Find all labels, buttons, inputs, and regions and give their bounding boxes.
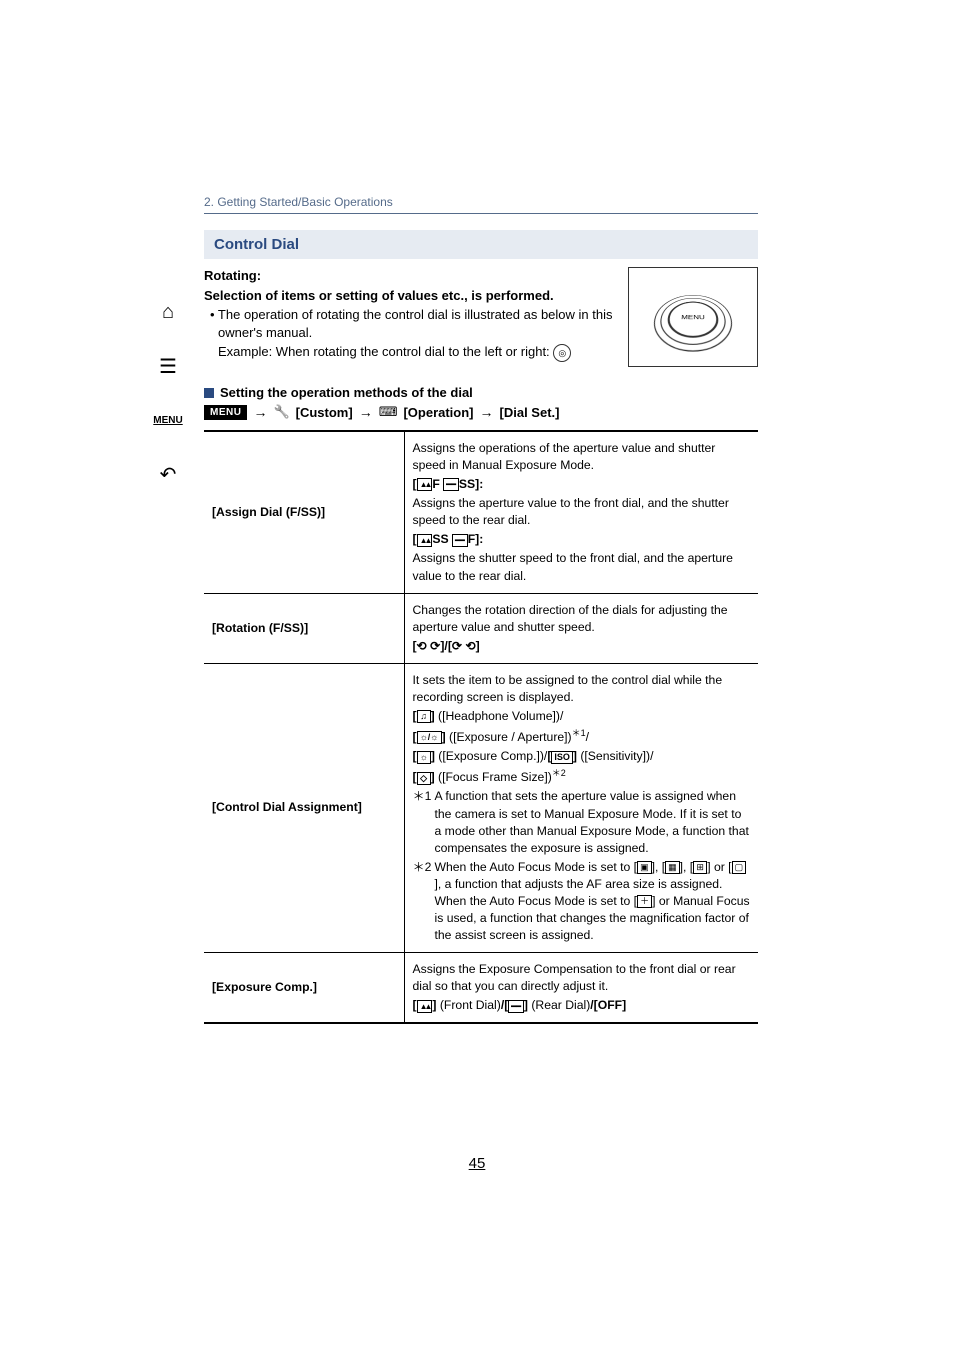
- af-mode-icon: ▦: [665, 861, 680, 874]
- setting-line: It sets the item to be assigned to the c…: [413, 672, 751, 706]
- subsection-marker-icon: [204, 388, 214, 398]
- setting-desc: Assigns the Exposure Compensation to the…: [404, 953, 758, 1024]
- footnote-marker: ＊1: [413, 788, 435, 856]
- table-row: [Rotation (F/SS)] Changes the rotation di…: [204, 593, 758, 663]
- subsection-title: Setting the operation methods of the dia…: [220, 385, 473, 400]
- footnote-marker: ＊2: [413, 859, 435, 944]
- setting-line: [] (Front Dial)/[] (Rear Dial)/[OFF]: [413, 997, 751, 1014]
- iso-icon: ISO: [551, 751, 573, 764]
- footnote-text: A function that sets the aperture value …: [435, 788, 751, 856]
- control-dial-inline-icon: ◎: [553, 344, 571, 362]
- rotating-label: Rotating:: [204, 267, 620, 285]
- home-icon[interactable]: ⌂: [152, 296, 184, 328]
- setting-line: [☼] ([Exposure Comp.])/[ISO] ([Sensitivi…: [413, 748, 751, 765]
- setting-desc: Changes the rotation direction of the di…: [404, 593, 758, 663]
- setting-line: [SS F]:: [413, 531, 751, 548]
- front-dial-icon: [417, 534, 433, 547]
- setting-label: [Control Dial Assignment]: [204, 663, 404, 952]
- dial-settings-table: [Assign Dial (F/SS)] Assigns the operatio…: [204, 430, 758, 1024]
- setting-label: [Assign Dial (F/SS)]: [204, 431, 404, 593]
- menu-path: MENU → [Custom] → [Operation] → [Dial Se…: [204, 404, 758, 420]
- setting-line: ＊1A function that sets the aperture valu…: [413, 788, 751, 856]
- rear-dial-icon: [443, 478, 459, 491]
- front-dial-icon: [417, 478, 433, 491]
- setting-line: Changes the rotation direction of the di…: [413, 602, 751, 636]
- option-icon: ☼/☼: [417, 731, 442, 744]
- rotating-example-prefix: Example: When rotating the control dial …: [218, 344, 550, 359]
- arrow-icon: →: [253, 404, 267, 420]
- rotating-desc: Selection of items or setting of values …: [204, 287, 620, 305]
- option-icon: ♫: [417, 710, 431, 723]
- option-icon: ◇: [417, 772, 431, 785]
- table-row: [Exposure Comp.] Assigns the Exposure Com…: [204, 953, 758, 1024]
- setting-line: [F SS]:: [413, 476, 751, 493]
- setting-line: Assigns the Exposure Compensation to the…: [413, 961, 751, 995]
- arrow-icon: →: [480, 404, 494, 420]
- rotating-bullet: • The operation of rotating the control …: [204, 306, 620, 341]
- arrow-icon: →: [359, 404, 373, 420]
- back-icon[interactable]: ↶: [152, 458, 184, 490]
- menu-icon[interactable]: MENU: [152, 404, 184, 436]
- page-number[interactable]: 45: [0, 1155, 954, 1172]
- chapter-label: 2. Getting Started/Basic Operations: [204, 195, 758, 214]
- af-mode-icon: ▢: [732, 861, 747, 874]
- toc-icon[interactable]: ☰: [152, 350, 184, 382]
- setting-label: [Rotation (F/SS)]: [204, 593, 404, 663]
- setting-line: [☼/☼] ([Exposure / Aperture])＊1/: [413, 727, 751, 746]
- control-dial-illustration: MENU: [628, 267, 758, 367]
- af-mode-icon: ＋: [637, 895, 652, 908]
- setting-line: Assigns the aperture value to the front …: [413, 495, 751, 529]
- table-row: [Control Dial Assignment] It sets the ite…: [204, 663, 758, 952]
- menu-operation: [Operation]: [403, 405, 473, 420]
- af-mode-icon: ⊞: [693, 861, 707, 874]
- exposure-comp-icon: ☼: [417, 751, 431, 764]
- custom-icon: [273, 404, 289, 420]
- setting-line: Assigns the shutter speed to the front d…: [413, 550, 751, 584]
- section-title: Control Dial: [204, 230, 758, 259]
- rear-dial-icon: [508, 1000, 524, 1013]
- operation-icon: [379, 404, 398, 420]
- menu-custom: [Custom]: [296, 405, 353, 420]
- setting-desc: Assigns the operations of the aperture v…: [404, 431, 758, 593]
- table-row: [Assign Dial (F/SS)] Assigns the operatio…: [204, 431, 758, 593]
- setting-label: [Exposure Comp.]: [204, 953, 404, 1024]
- af-mode-icon: ▣: [637, 861, 652, 874]
- setting-desc: It sets the item to be assigned to the c…: [404, 663, 758, 952]
- rear-dial-icon: [452, 534, 468, 547]
- setting-line: ＊2When the Auto Focus Mode is set to [▣]…: [413, 859, 751, 944]
- setting-line: [◇] ([Focus Frame Size])＊2: [413, 767, 751, 786]
- menu-dial-set: [Dial Set.]: [500, 405, 560, 420]
- footnote-text: When the Auto Focus Mode is set to [▣], …: [435, 859, 751, 944]
- setting-line: [♫] ([Headphone Volume])/: [413, 708, 751, 725]
- setting-line: [⟲ ⟳]/[⟳ ⟲]: [413, 638, 751, 655]
- front-dial-icon: [417, 1000, 433, 1013]
- menu-badge: MENU: [204, 405, 247, 420]
- setting-line: Assigns the operations of the aperture v…: [413, 440, 751, 474]
